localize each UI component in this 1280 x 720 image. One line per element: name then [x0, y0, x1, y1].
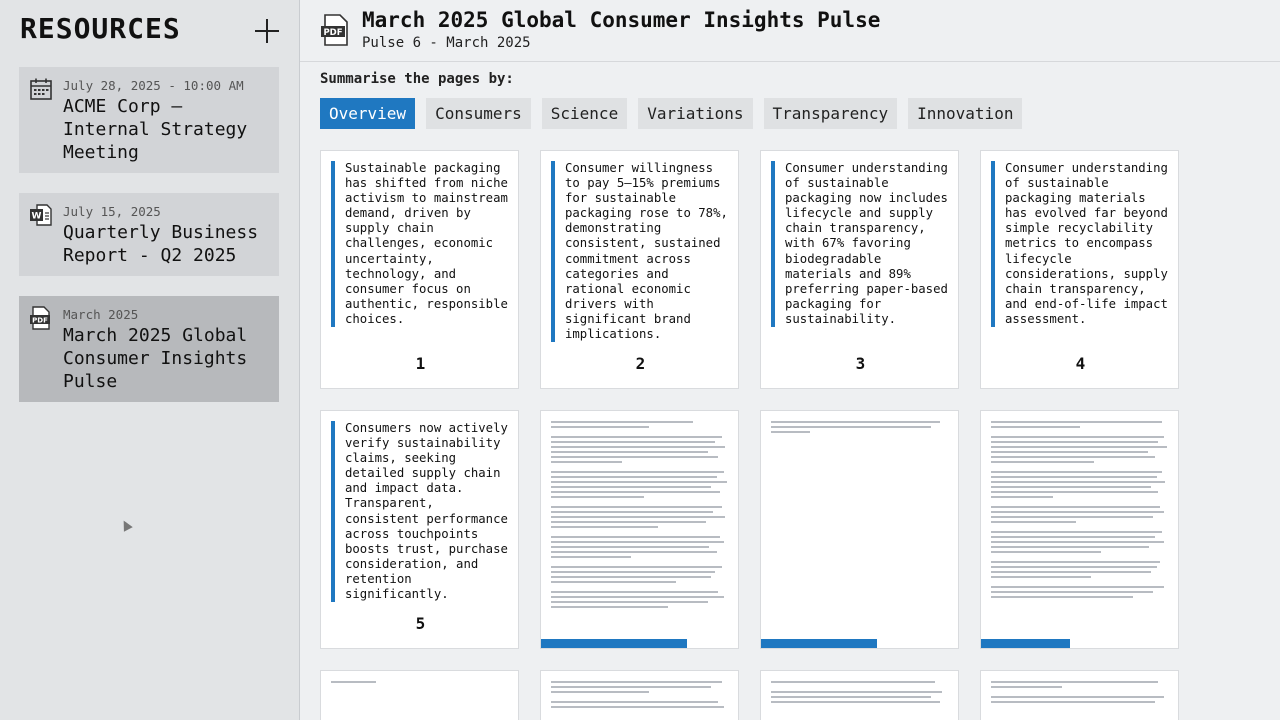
svg-text:PDF: PDF: [32, 316, 48, 324]
tab-science[interactable]: Science: [541, 98, 628, 129]
page-summary-card[interactable]: Sustainable packaging has shifted from n…: [320, 150, 519, 389]
resource-card-pulse[interactable]: PDF March 2025 March 2025 Global Consume…: [19, 296, 279, 402]
page-preview-text: [991, 421, 1169, 601]
page-load-progress: [761, 639, 878, 648]
page-summary-text: Consumers now actively verify sustainabi…: [345, 421, 508, 602]
page-summary-card[interactable]: Consumers now actively verify sustainabi…: [320, 410, 519, 649]
page-preview[interactable]: [540, 670, 739, 720]
summary-accent-bar: [551, 161, 555, 342]
page-number: 3: [855, 354, 866, 373]
page-preview-text: [331, 681, 509, 686]
sidebar-title: RESOURCES: [20, 12, 181, 45]
page-preview-loading[interactable]: [980, 410, 1179, 649]
page-load-progress: [981, 639, 1070, 648]
page-preview-text: [991, 681, 1169, 706]
page-summary-card[interactable]: Consumer understanding of sustainable pa…: [980, 150, 1179, 389]
resource-date: March 2025: [63, 307, 139, 322]
resources-sidebar: RESOURCES July 28, 2025 - 10:00 AM ACME …: [0, 0, 300, 720]
page-number: 5: [415, 614, 426, 633]
tab-variations[interactable]: Variations: [638, 98, 753, 129]
page-summary-text: Consumer willingness to pay 5–15% premiu…: [565, 161, 728, 342]
page-preview[interactable]: [760, 670, 959, 720]
summary-tabs: Overview Consumers Science Variations Tr…: [320, 98, 1023, 129]
page-number: 4: [1075, 354, 1086, 373]
document-header: PDF March 2025 Global Consumer Insights …: [300, 0, 1280, 62]
page-summary-text: Sustainable packaging has shifted from n…: [345, 161, 508, 326]
page-preview-text: [551, 421, 729, 611]
add-resource-button[interactable]: [252, 16, 282, 46]
resource-title: March 2025 Global Consumer Insights Puls…: [63, 325, 248, 392]
page-preview[interactable]: [320, 670, 519, 720]
page-preview-text: [551, 681, 729, 711]
mouse-cursor: [119, 518, 133, 532]
tab-consumers[interactable]: Consumers: [426, 98, 531, 129]
pdf-icon: PDF: [29, 306, 53, 330]
resource-date: July 28, 2025 - 10:00 AM: [63, 78, 244, 93]
document-title: March 2025 Global Consumer Insights Puls…: [362, 8, 881, 32]
summary-accent-bar: [331, 421, 335, 602]
summarise-label: Summarise the pages by:: [320, 71, 514, 87]
page-number: 1: [415, 354, 426, 373]
word-doc-icon: W: [29, 203, 53, 227]
resource-title: Quarterly Business Report - Q2 2025: [63, 222, 259, 266]
resource-card-meeting[interactable]: July 28, 2025 - 10:00 AM ACME Corp – Int…: [19, 67, 279, 173]
page-preview-text: [771, 421, 949, 436]
svg-text:W: W: [32, 212, 42, 222]
page-summary-card[interactable]: Consumer willingness to pay 5–15% premiu…: [540, 150, 739, 389]
page-preview-loading[interactable]: [760, 410, 959, 649]
resource-title: ACME Corp – Internal Strategy Meeting: [63, 96, 248, 163]
tab-overview[interactable]: Overview: [320, 98, 416, 129]
tab-innovation[interactable]: Innovation: [908, 98, 1023, 129]
resource-date: July 15, 2025: [63, 204, 161, 219]
svg-text:PDF: PDF: [323, 28, 342, 38]
page-number: 2: [635, 354, 646, 373]
page-preview-text: [771, 681, 949, 706]
document-subtitle: Pulse 6 - March 2025: [362, 35, 531, 51]
page-summary-text: Consumer understanding of sustainable pa…: [1005, 161, 1168, 326]
tab-transparency[interactable]: Transparency: [763, 98, 898, 129]
summary-accent-bar: [331, 161, 335, 327]
calendar-icon: [29, 77, 53, 101]
document-view: PDF March 2025 Global Consumer Insights …: [300, 0, 1280, 720]
page-preview-loading[interactable]: [540, 410, 739, 649]
page-load-progress: [541, 639, 687, 648]
page-summary-text: Consumer understanding of sustainable pa…: [785, 161, 948, 326]
resource-card-report[interactable]: W July 15, 2025 Quarterly Business Repor…: [19, 193, 279, 276]
page-summary-card[interactable]: Consumer understanding of sustainable pa…: [760, 150, 959, 389]
summary-accent-bar: [991, 161, 995, 327]
summary-accent-bar: [771, 161, 775, 327]
page-preview[interactable]: [980, 670, 1179, 720]
pdf-icon: PDF: [320, 14, 350, 46]
